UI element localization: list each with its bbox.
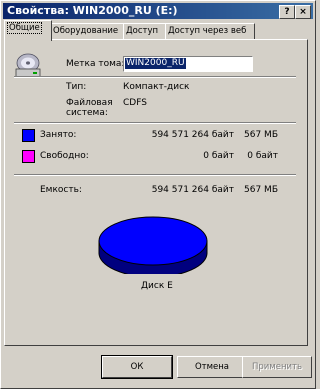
tab-sharing[interactable]: Доступ — [123, 23, 167, 40]
window-title: Свойства: WIN2000_RU (E:) — [7, 4, 178, 17]
help-button[interactable]: ? — [279, 5, 295, 19]
tab-general[interactable]: Общие — [4, 20, 52, 41]
used-space-size: 567 МБ — [244, 130, 278, 140]
cancel-button[interactable]: Отмена — [177, 356, 247, 378]
ok-button[interactable]: ОК — [101, 355, 173, 379]
pie-top — [98, 216, 208, 266]
title-bar: Свойства: WIN2000_RU (E:) ? × — [3, 3, 313, 19]
used-space-swatch — [22, 129, 35, 142]
pie-caption: Диск E — [141, 281, 173, 291]
volume-label-value: WIN2000_RU — [125, 58, 186, 69]
apply-button[interactable]: Применить — [242, 356, 312, 378]
separator — [14, 122, 296, 124]
filesystem-value: CDFS — [123, 98, 147, 108]
close-button[interactable]: × — [295, 5, 311, 19]
free-space-bytes: 0 байт — [203, 151, 234, 161]
used-space-bytes: 594 571 264 байт — [151, 130, 234, 140]
usage-pie-chart — [98, 216, 208, 274]
free-space-label: Свободно: — [40, 151, 89, 161]
free-space-swatch — [22, 150, 35, 163]
capacity-bytes: 594 571 264 байт — [151, 185, 234, 195]
type-value: Компакт-диск — [123, 82, 190, 92]
tab-general-label: Общие — [7, 22, 42, 34]
free-space-size: 0 байт — [247, 151, 278, 161]
separator — [14, 174, 296, 176]
volume-label-caption: Метка тома: — [66, 59, 125, 69]
separator — [14, 76, 296, 78]
volume-label-field[interactable]: WIN2000_RU — [123, 56, 253, 72]
type-caption: Тип: — [66, 82, 87, 92]
tab-hardware[interactable]: Оборудование — [50, 23, 126, 40]
filesystem-caption: Файловая система: — [66, 98, 113, 118]
capacity-size: 567 МБ — [244, 185, 278, 195]
tab-web-sharing[interactable]: Доступ через веб — [165, 23, 255, 40]
capacity-label: Емкость: — [40, 185, 82, 195]
used-space-label: Занято: — [40, 130, 77, 140]
